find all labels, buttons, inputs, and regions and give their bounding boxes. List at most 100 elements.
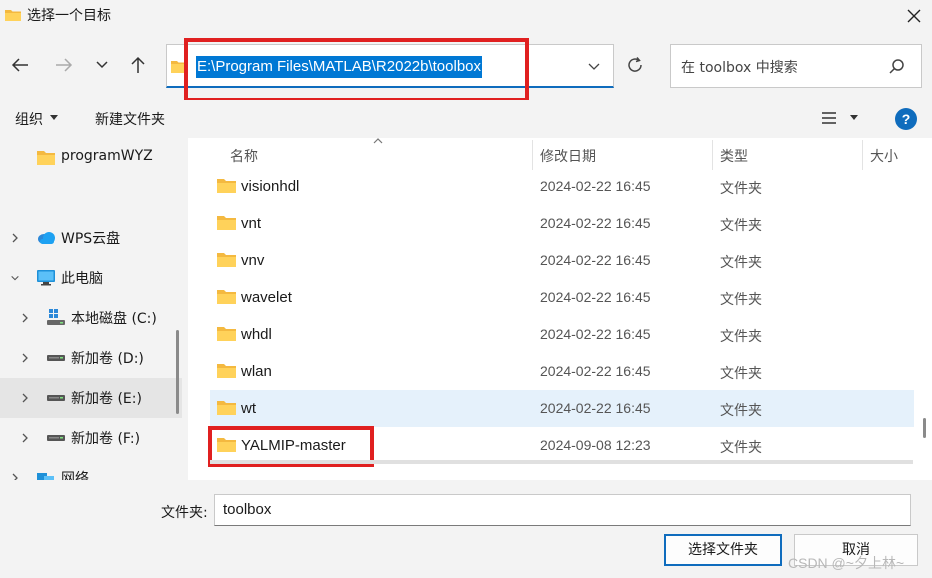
drive-icon <box>47 435 65 441</box>
windows-drive-icon <box>47 309 65 325</box>
help-button[interactable]: ? <box>895 108 917 130</box>
table-row[interactable]: visionhdl 2024-02-22 16:45 文件夹 <box>210 168 914 205</box>
sidebar-item-this-pc[interactable]: 此电脑 <box>0 258 182 298</box>
sidebar-item-label: 此电脑 <box>61 271 103 287</box>
sidebar-item-programwyz[interactable]: programWYZ <box>0 138 182 178</box>
back-button[interactable] <box>5 50 35 80</box>
sidebar-item-wps-cloud[interactable]: WPS云盘 <box>0 218 182 258</box>
title-bar: 选择一个目标 <box>0 0 932 32</box>
chevron-down-icon <box>96 61 108 69</box>
sidebar-item-label: WPS云盘 <box>61 231 121 247</box>
drive-icon <box>47 395 65 401</box>
file-type: 文件夹 <box>720 218 762 234</box>
folder-icon <box>217 327 236 341</box>
file-type: 文件夹 <box>720 440 762 456</box>
sidebar-item-network[interactable]: 网络 <box>0 458 182 480</box>
arrow-left-icon <box>11 58 28 72</box>
chevron-right-icon[interactable] <box>20 312 30 324</box>
column-divider[interactable] <box>712 140 713 170</box>
table-row[interactable]: wlan 2024-02-22 16:45 文件夹 <box>210 353 914 390</box>
file-type: 文件夹 <box>720 403 762 419</box>
navigation-pane: programWYZ WPS云盘 此电脑 本地磁盘 (C:) 新加卷 (D:) … <box>0 138 188 480</box>
sidebar-item-label: 本地磁盘 (C:) <box>71 311 157 327</box>
sidebar-item-drive-e[interactable]: 新加卷 (E:) <box>0 378 182 418</box>
caret-down-icon <box>50 115 58 120</box>
select-folder-button[interactable]: 选择文件夹 <box>664 534 782 566</box>
vertical-scrollbar[interactable] <box>923 418 926 438</box>
folder-icon <box>5 10 21 21</box>
file-name: whdl <box>241 326 272 343</box>
file-modified: 2024-02-22 16:45 <box>540 326 651 342</box>
refresh-icon <box>628 57 642 72</box>
file-name: wt <box>241 400 256 417</box>
close-icon <box>907 9 921 23</box>
file-modified: 2024-02-22 16:45 <box>540 215 651 231</box>
file-type: 文件夹 <box>720 366 762 382</box>
table-row[interactable]: vnt 2024-02-22 16:45 文件夹 <box>210 205 914 242</box>
sidebar-item-label: programWYZ <box>61 148 153 164</box>
file-name: vnt <box>241 215 262 232</box>
file-name: visionhdl <box>241 178 300 195</box>
chevron-right-icon[interactable] <box>10 232 20 244</box>
highlight-box-address <box>184 38 529 102</box>
chevron-down-icon[interactable] <box>10 272 20 284</box>
file-type: 文件夹 <box>720 181 762 197</box>
close-button[interactable] <box>896 0 932 32</box>
view-menu-icon[interactable] <box>820 110 838 126</box>
file-type: 文件夹 <box>720 292 762 308</box>
up-button[interactable] <box>123 50 153 80</box>
search-input[interactable]: 在 toolbox 中搜索 <box>681 57 798 77</box>
table-row[interactable]: wavelet 2024-02-22 16:45 文件夹 <box>210 279 914 316</box>
file-modified: 2024-09-08 12:23 <box>540 437 651 453</box>
folder-name-field[interactable]: toolbox <box>214 494 911 526</box>
sidebar-scrollbar[interactable] <box>176 330 179 414</box>
file-modified: 2024-02-22 16:45 <box>540 252 651 268</box>
address-dropdown-button[interactable] <box>585 59 603 75</box>
network-icon <box>37 473 54 480</box>
table-row[interactable]: wt 2024-02-22 16:45 文件夹 <box>210 390 914 427</box>
file-name: wavelet <box>241 289 292 306</box>
refresh-button[interactable] <box>620 50 650 80</box>
column-header-modified[interactable]: 修改日期 <box>540 138 596 170</box>
file-modified: 2024-02-22 16:45 <box>540 400 651 416</box>
file-name: wlan <box>241 363 272 380</box>
column-divider[interactable] <box>862 140 863 170</box>
caret-down-icon[interactable] <box>850 115 858 121</box>
folder-icon <box>217 401 236 415</box>
column-header-size[interactable]: 大小 <box>870 138 898 170</box>
sidebar-item-drive-d[interactable]: 新加卷 (D:) <box>0 338 182 378</box>
table-row[interactable]: vnv 2024-02-22 16:45 文件夹 <box>210 242 914 279</box>
folder-icon <box>217 290 236 304</box>
window-title: 选择一个目标 <box>27 8 111 24</box>
folder-icon <box>217 364 236 378</box>
chevron-right-icon[interactable] <box>20 352 30 364</box>
folder-name-value[interactable]: toolbox <box>223 501 271 518</box>
file-type: 文件夹 <box>720 255 762 271</box>
arrow-up-icon <box>131 56 145 73</box>
drive-icon <box>47 355 65 361</box>
column-header-name[interactable]: 名称 <box>230 138 258 170</box>
chevron-right-icon[interactable] <box>10 472 20 480</box>
chevron-right-icon[interactable] <box>20 392 30 404</box>
organize-menu[interactable]: 组织 <box>15 109 43 129</box>
computer-icon <box>37 270 55 286</box>
file-modified: 2024-02-22 16:45 <box>540 178 651 194</box>
arrow-right-icon <box>56 58 73 72</box>
sidebar-item-drive-f[interactable]: 新加卷 (F:) <box>0 418 182 458</box>
sort-ascending-icon <box>373 138 383 144</box>
chevron-down-icon <box>588 63 600 70</box>
table-row[interactable]: whdl 2024-02-22 16:45 文件夹 <box>210 316 914 353</box>
forward-button[interactable] <box>49 50 79 80</box>
recent-locations-button[interactable] <box>87 50 117 80</box>
sidebar-item-drive-c[interactable]: 本地磁盘 (C:) <box>0 298 182 338</box>
watermark: CSDN @~夕上林~ <box>788 555 905 571</box>
search-box[interactable]: 在 toolbox 中搜索 <box>670 44 922 88</box>
horizontal-scrollbar[interactable] <box>210 460 913 464</box>
sidebar-item-label: 网络 <box>61 471 89 480</box>
new-folder-button[interactable]: 新建文件夹 <box>95 109 165 129</box>
column-header-type[interactable]: 类型 <box>720 138 748 170</box>
folder-field-label: 文件夹: <box>161 505 208 521</box>
file-name: vnv <box>241 252 265 269</box>
column-divider[interactable] <box>532 140 533 170</box>
chevron-right-icon[interactable] <box>20 432 30 444</box>
